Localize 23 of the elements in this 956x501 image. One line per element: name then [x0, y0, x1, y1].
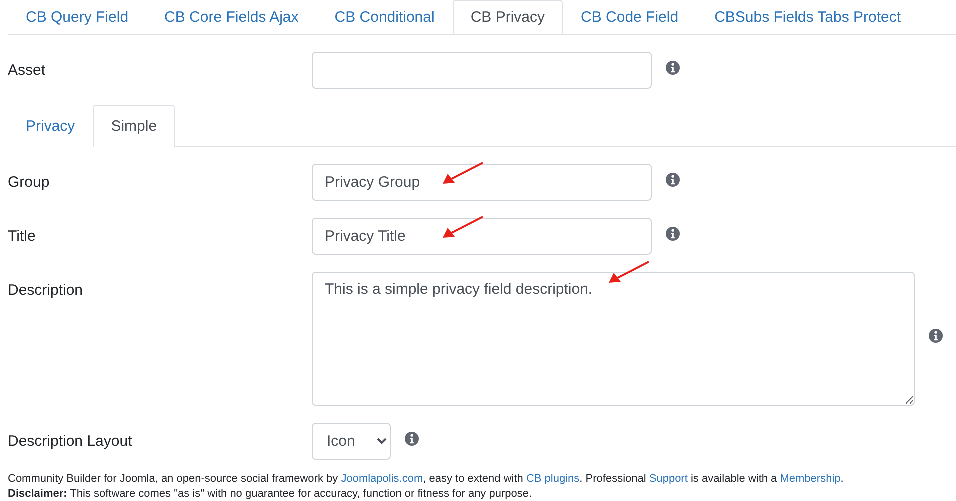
textarea-field[interactable]: This is a simple privacy field description.: [312, 272, 915, 406]
tab[interactable]: Simple: [93, 105, 176, 147]
link[interactable]: Joomlapolis.com: [341, 473, 424, 485]
field-label: Group: [8, 173, 51, 193]
footer-text: Community Builder for Joomla, an open-source social framework by Joomlapolis.com, easy to extend with CB plugins. Professional Support is available with a Membership.: [8, 472, 845, 487]
info-icon[interactable]: [666, 226, 680, 240]
field-label: Description: [8, 281, 84, 301]
field-label: Description Layout: [8, 432, 134, 452]
tab[interactable]: CB Privacy: [452, 0, 564, 34]
select-dropdown[interactable]: Icon: [312, 423, 391, 460]
link[interactable]: Support: [649, 473, 688, 485]
field-label: Title: [8, 227, 37, 247]
info-icon[interactable]: [666, 172, 680, 186]
disclaimer-text: Disclaimer: This software comes "as is" with no guarantee for accuracy, function or fitness for any purpose.: [8, 487, 534, 501]
info-icon[interactable]: [405, 432, 419, 446]
info-icon[interactable]: [929, 329, 943, 343]
input-field[interactable]: Privacy Group: [312, 164, 652, 201]
link[interactable]: CB plugins: [526, 473, 580, 485]
link[interactable]: Membership: [780, 473, 841, 485]
field-label: Asset: [8, 61, 47, 81]
input-field[interactable]: [312, 52, 652, 89]
info-icon[interactable]: [666, 60, 680, 74]
input-field[interactable]: Privacy Title: [312, 218, 652, 255]
